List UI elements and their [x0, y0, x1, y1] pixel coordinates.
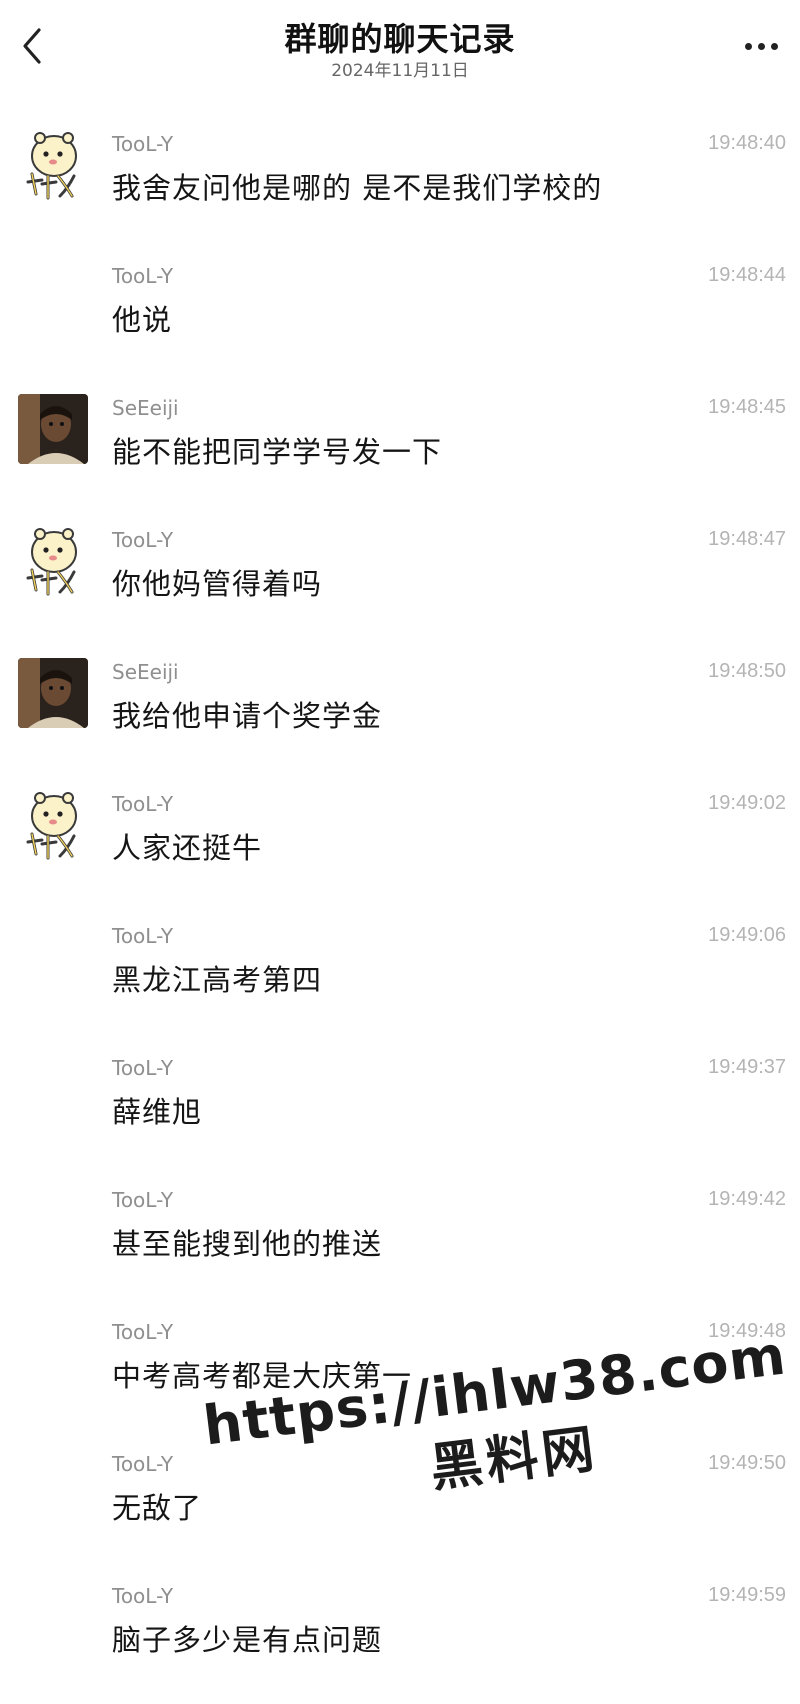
message-time: 19:48:40	[708, 132, 786, 154]
message-time: 19:49:59	[708, 1584, 786, 1606]
sender-name: TooL-Y	[112, 1452, 174, 1476]
sender-name: TooL-Y	[112, 792, 174, 816]
message-row: TooL-Y 19:49:48 中考高考都是大庆第一	[0, 1308, 800, 1440]
avatar-slot	[18, 1450, 90, 1522]
avatar-slot	[18, 262, 90, 334]
message-row: TooL-Y 19:48:40 我舍友问他是哪的 是不是我们学校的	[0, 120, 800, 252]
sender-name: TooL-Y	[112, 528, 174, 552]
more-button[interactable]	[736, 24, 786, 68]
message-row: TooL-Y 19:49:37 薛维旭	[0, 1044, 800, 1176]
avatar-slot	[18, 394, 90, 466]
message-time: 19:49:02	[708, 792, 786, 814]
avatar-slot	[18, 130, 90, 202]
chat-date: 2024年11月11日	[331, 61, 469, 81]
avatar-cartoon-icon[interactable]	[18, 130, 90, 202]
avatar-slot	[18, 1054, 90, 1126]
sender-name: TooL-Y	[112, 1320, 174, 1344]
message-time: 19:49:50	[708, 1452, 786, 1474]
message-row: TooL-Y 19:48:44 他说	[0, 252, 800, 384]
sender-name: TooL-Y	[112, 1188, 174, 1212]
sender-name: TooL-Y	[112, 1584, 174, 1608]
sender-name: TooL-Y	[112, 1056, 174, 1080]
sender-name: TooL-Y	[112, 132, 174, 156]
message-row: TooL-Y 19:49:02 人家还挺牛	[0, 780, 800, 912]
message-time: 19:48:47	[708, 528, 786, 550]
sender-name: SeEeiji	[112, 660, 179, 684]
message-row: TooL-Y 19:49:59 脑子多少是有点问题	[0, 1572, 800, 1704]
avatar-slot	[18, 1582, 90, 1654]
message-time: 19:48:44	[708, 264, 786, 286]
message-row: TooL-Y 19:49:42 甚至能搜到他的推送	[0, 1176, 800, 1308]
avatar-photo[interactable]	[18, 658, 88, 728]
sender-name: TooL-Y	[112, 264, 174, 288]
avatar-slot	[18, 1186, 90, 1258]
avatar-slot	[18, 526, 90, 598]
message-text: 无敌了	[112, 1491, 203, 1525]
message-text: 你他妈管得着吗	[112, 567, 323, 601]
message-text: 甚至能搜到他的推送	[112, 1227, 383, 1261]
avatar-slot	[18, 790, 90, 862]
message-text: 我给他申请个奖学金	[112, 699, 383, 733]
message-time: 19:49:06	[708, 924, 786, 946]
header: 群聊的聊天记录 2024年11月11日	[0, 0, 800, 100]
message-row: SeEeiji 19:48:45 能不能把同学学号发一下	[0, 384, 800, 516]
message-text: 能不能把同学学号发一下	[112, 435, 443, 469]
message-time: 19:48:45	[708, 396, 786, 418]
message-row: TooL-Y 19:48:47 你他妈管得着吗	[0, 516, 800, 648]
avatar-cartoon-icon[interactable]	[18, 790, 90, 862]
message-row: TooL-Y 19:49:50 无敌了	[0, 1440, 800, 1572]
avatar-cartoon-icon[interactable]	[18, 526, 90, 598]
message-text: 脑子多少是有点问题	[112, 1623, 383, 1657]
message-time: 19:48:50	[708, 660, 786, 682]
sender-name: TooL-Y	[112, 924, 174, 948]
avatar-photo[interactable]	[18, 394, 88, 464]
message-text: 他说	[112, 303, 173, 337]
avatar-slot	[18, 922, 90, 994]
message-time: 19:49:42	[708, 1188, 786, 1210]
message-text: 中考高考都是大庆第一	[112, 1359, 413, 1393]
message-time: 19:49:48	[708, 1320, 786, 1342]
sender-name: SeEeiji	[112, 396, 179, 420]
message-text: 薛维旭	[112, 1095, 203, 1129]
avatar-slot	[18, 1318, 90, 1390]
avatar-slot	[18, 658, 90, 730]
message-row: SeEeiji 19:48:50 我给他申请个奖学金	[0, 648, 800, 780]
more-dots-icon	[742, 42, 781, 50]
message-text: 黑龙江高考第四	[112, 963, 323, 997]
page-title: 群聊的聊天记录	[284, 20, 516, 58]
message-row: TooL-Y 19:49:06 黑龙江高考第四	[0, 912, 800, 1044]
message-text: 人家还挺牛	[112, 831, 263, 865]
message-text: 我舍友问他是哪的 是不是我们学校的	[112, 171, 603, 205]
message-time: 19:49:37	[708, 1056, 786, 1078]
message-list: TooL-Y 19:48:40 我舍友问他是哪的 是不是我们学校的 TooL-Y 19:…	[0, 120, 800, 1704]
